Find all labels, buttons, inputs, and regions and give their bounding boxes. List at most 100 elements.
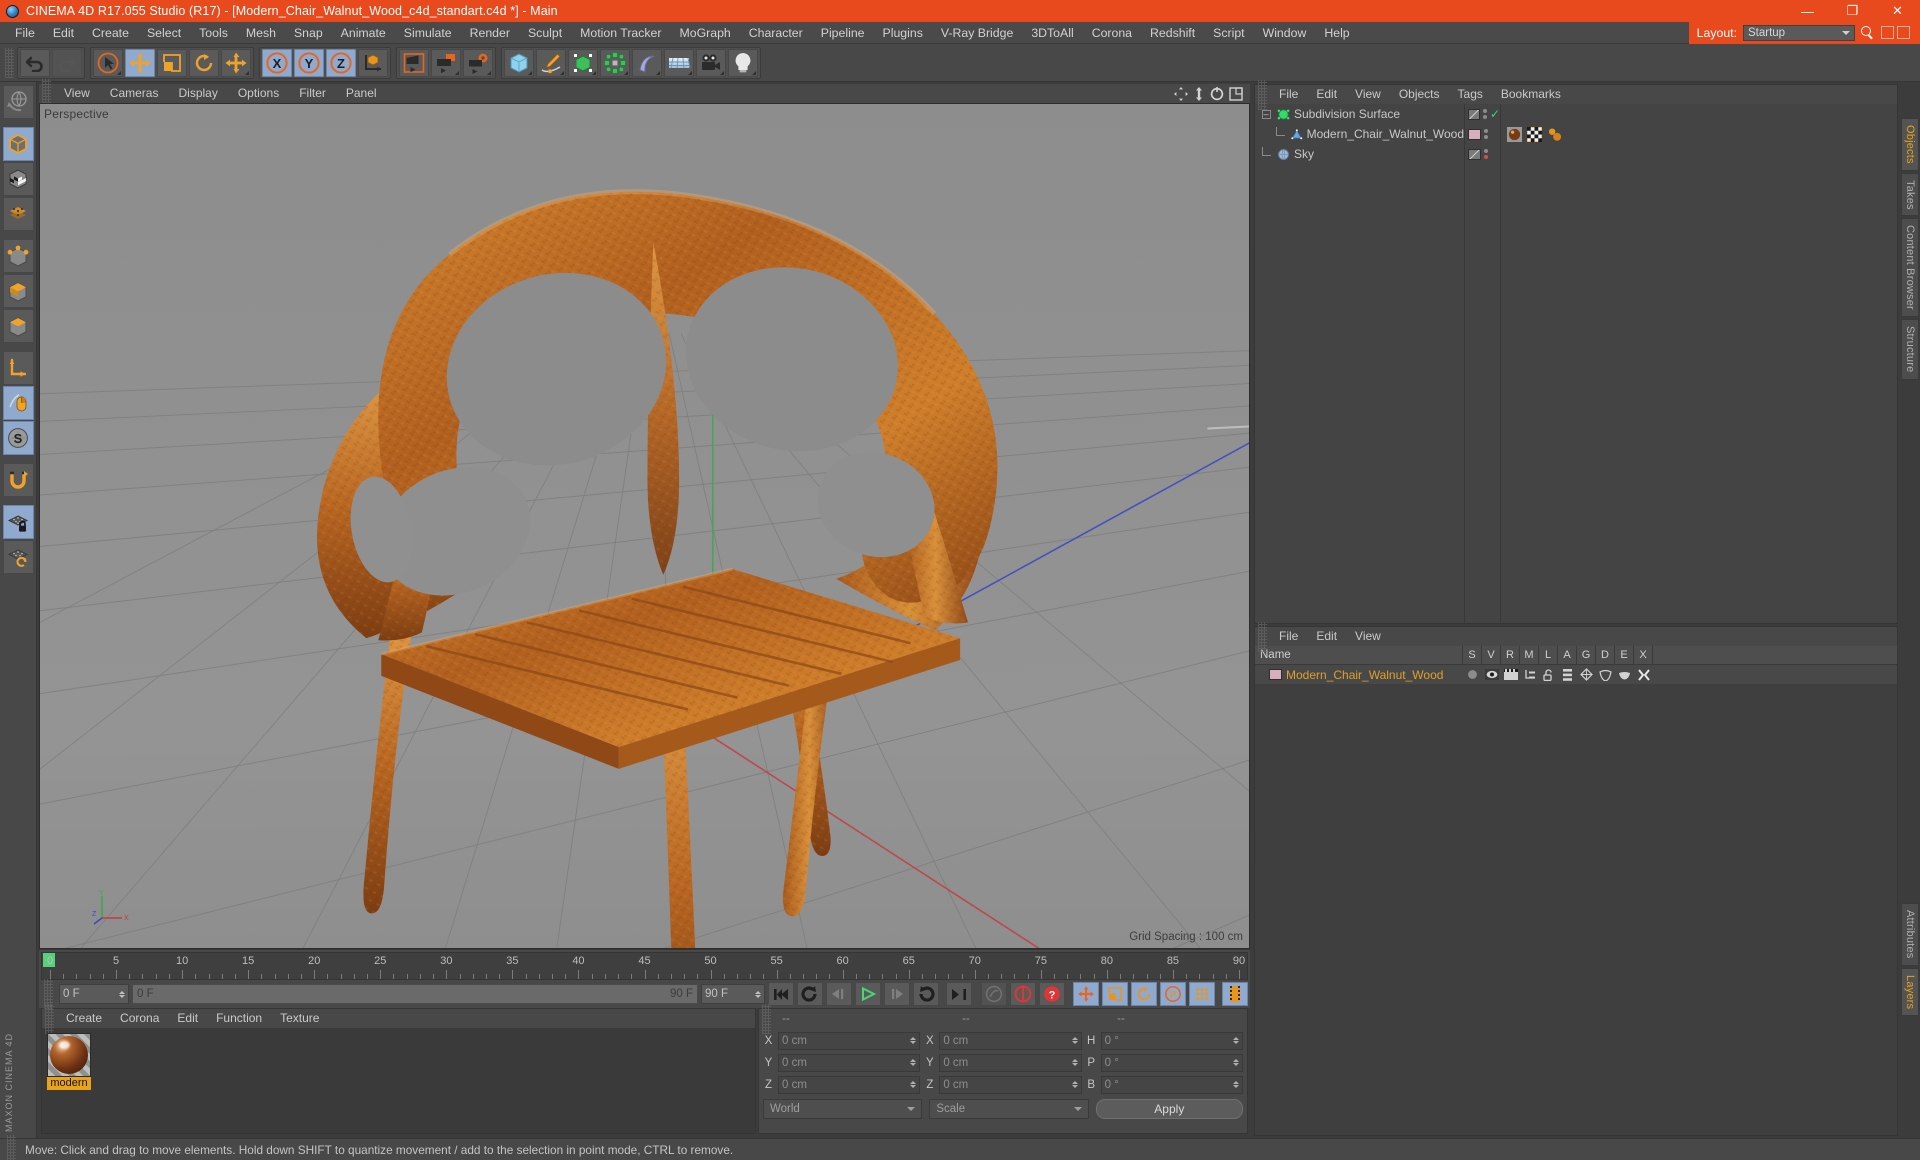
perspective-viewport[interactable]: Perspective Y X Z Grid Spacing: 100 cm: [39, 103, 1250, 949]
maximize-button[interactable]: ❐: [1830, 0, 1875, 22]
object-menu-objects[interactable]: Objects: [1390, 85, 1449, 104]
xref-icon[interactable]: [1634, 668, 1653, 681]
scene-environment-icon[interactable]: [664, 48, 694, 77]
layer-menu-edit[interactable]: Edit: [1307, 627, 1346, 646]
menu-simulate[interactable]: Simulate: [395, 22, 461, 44]
layer-menu-file[interactable]: File: [1270, 627, 1307, 646]
coord-rot-h-field[interactable]: 0 °: [1100, 1031, 1243, 1050]
solo-dot-icon[interactable]: [1463, 669, 1482, 680]
material-tag-icon[interactable]: [1507, 126, 1522, 142]
menu-snap[interactable]: Snap: [285, 22, 332, 44]
material-menu-edit[interactable]: Edit: [168, 1009, 207, 1028]
pla-key-icon[interactable]: [1189, 982, 1215, 1006]
menu-select[interactable]: Select: [138, 22, 190, 44]
rotate-icon[interactable]: [189, 48, 219, 77]
step-back-icon[interactable]: [826, 982, 852, 1006]
x-axis-icon[interactable]: X: [262, 48, 292, 77]
keyframe-selection-icon[interactable]: ?: [1039, 982, 1065, 1006]
world-coordinates-icon[interactable]: [358, 48, 388, 77]
visibility-swatch-icon[interactable]: [1468, 108, 1480, 120]
material-menu-function[interactable]: Function: [207, 1009, 271, 1028]
viewport-menu-cameras[interactable]: Cameras: [100, 84, 169, 103]
timeline-ruler[interactable]: 0 5 10 15 20 25 30 35 40 45 50 55 60 65 70 75 80 85 90: [41, 952, 1248, 980]
render-clapper-icon[interactable]: [1501, 669, 1520, 680]
viewport-solo-icon[interactable]: [2, 386, 34, 420]
menu-render[interactable]: Render: [461, 22, 519, 44]
maximize-layout-icon[interactable]: [1897, 26, 1910, 39]
material-menu-corona[interactable]: Corona: [111, 1009, 168, 1028]
menu-pipeline[interactable]: Pipeline: [812, 22, 874, 44]
transform-mode-select[interactable]: Scale: [929, 1098, 1089, 1119]
menu-script[interactable]: Script: [1204, 22, 1253, 44]
menu-window[interactable]: Window: [1254, 22, 1316, 44]
end-frame-field[interactable]: 90 F: [701, 984, 765, 1004]
light-icon[interactable]: [728, 48, 758, 77]
layout-select[interactable]: Startup: [1743, 24, 1855, 41]
param-key-icon[interactable]: P: [1160, 982, 1186, 1006]
play-reverse-loop-icon[interactable]: [797, 982, 823, 1006]
texture-mode-icon[interactable]: [2, 162, 34, 196]
go-to-start-icon[interactable]: [768, 982, 794, 1006]
viewport-menu-filter[interactable]: Filter: [289, 84, 336, 103]
toolbar-grip[interactable]: [5, 47, 14, 78]
coord-rot-p-field[interactable]: 0 °: [1100, 1053, 1243, 1072]
autokeying-icon[interactable]: [1010, 982, 1036, 1006]
render-settings-icon[interactable]: [463, 48, 493, 77]
coordinates-grip[interactable]: [762, 1003, 771, 1034]
layer-name-cell[interactable]: Modern_Chair_Walnut_Wood: [1255, 668, 1463, 682]
camera-icon[interactable]: [696, 48, 726, 77]
object-row-modern-chair[interactable]: Modern_Chair_Walnut_Wood: [1255, 124, 1464, 144]
points-mode-icon[interactable]: [2, 197, 34, 231]
spline-pen-icon[interactable]: [536, 48, 566, 77]
tab-objects[interactable]: Objects: [1901, 118, 1919, 171]
layer-col-x[interactable]: X: [1634, 645, 1653, 665]
phong-tag-icon[interactable]: [1547, 127, 1562, 142]
restore-layout-icon[interactable]: [1881, 26, 1894, 39]
material-manager-grip[interactable]: [45, 1003, 54, 1034]
menu-redshift[interactable]: Redshift: [1141, 22, 1204, 44]
rotation-key-icon[interactable]: [1131, 982, 1157, 1006]
tree-expander[interactable]: –: [1259, 109, 1273, 119]
record-active-objects-icon[interactable]: [981, 982, 1007, 1006]
close-button[interactable]: ✕: [1875, 0, 1920, 22]
layer-col-a[interactable]: A: [1558, 645, 1577, 665]
play-forward-icon[interactable]: [855, 982, 881, 1006]
layer-col-e[interactable]: E: [1615, 645, 1634, 665]
layer-col-r[interactable]: R: [1501, 645, 1520, 665]
menu-sculpt[interactable]: Sculpt: [519, 22, 571, 44]
visibility-dots-icon[interactable]: [1482, 109, 1487, 119]
material-sphere-icon[interactable]: [47, 1033, 91, 1077]
menu-corona[interactable]: Corona: [1083, 22, 1141, 44]
render-view-icon[interactable]: [399, 48, 429, 77]
move-alt-icon[interactable]: [221, 48, 251, 77]
menu-create[interactable]: Create: [83, 22, 138, 44]
visibility-swatch-icon[interactable]: [1468, 148, 1481, 160]
z-axis-icon[interactable]: Z: [326, 48, 356, 77]
visibility-row[interactable]: [1465, 144, 1500, 164]
scale-key-icon[interactable]: [1102, 982, 1128, 1006]
menu-3dtoall[interactable]: 3DToAll: [1022, 22, 1082, 44]
move-icon[interactable]: [125, 48, 155, 77]
menu-mograph[interactable]: MoGraph: [670, 22, 739, 44]
coord-rot-b-field[interactable]: 0 °: [1100, 1075, 1243, 1094]
object-menu-view[interactable]: View: [1346, 85, 1390, 104]
object-menu-file[interactable]: File: [1270, 85, 1307, 104]
model-mode-icon[interactable]: [2, 127, 34, 161]
live-selection-icon[interactable]: [93, 48, 123, 77]
menu-plugins[interactable]: Plugins: [874, 22, 932, 44]
undo-view-icon[interactable]: [2, 85, 34, 119]
visibility-dots-icon[interactable]: [1484, 129, 1488, 139]
tab-layers[interactable]: Layers: [1901, 967, 1919, 1016]
viewport-menu-options[interactable]: Options: [228, 84, 289, 103]
viewport-menu-view[interactable]: View: [54, 84, 100, 103]
visible-eye-icon[interactable]: [1482, 669, 1501, 680]
coord-pos-y-field[interactable]: 0 cm: [778, 1053, 921, 1072]
deformer-icon[interactable]: [632, 48, 662, 77]
object-row-sky[interactable]: Sky: [1255, 144, 1464, 164]
layer-col-l[interactable]: L: [1539, 645, 1558, 665]
material-item[interactable]: modern: [47, 1033, 91, 1090]
coord-pos-x-field[interactable]: 0 cm: [778, 1031, 921, 1050]
layer-list-empty-area[interactable]: [1255, 684, 1897, 1135]
y-axis-icon[interactable]: Y: [294, 48, 324, 77]
layer-manager-grip[interactable]: [1258, 621, 1267, 652]
